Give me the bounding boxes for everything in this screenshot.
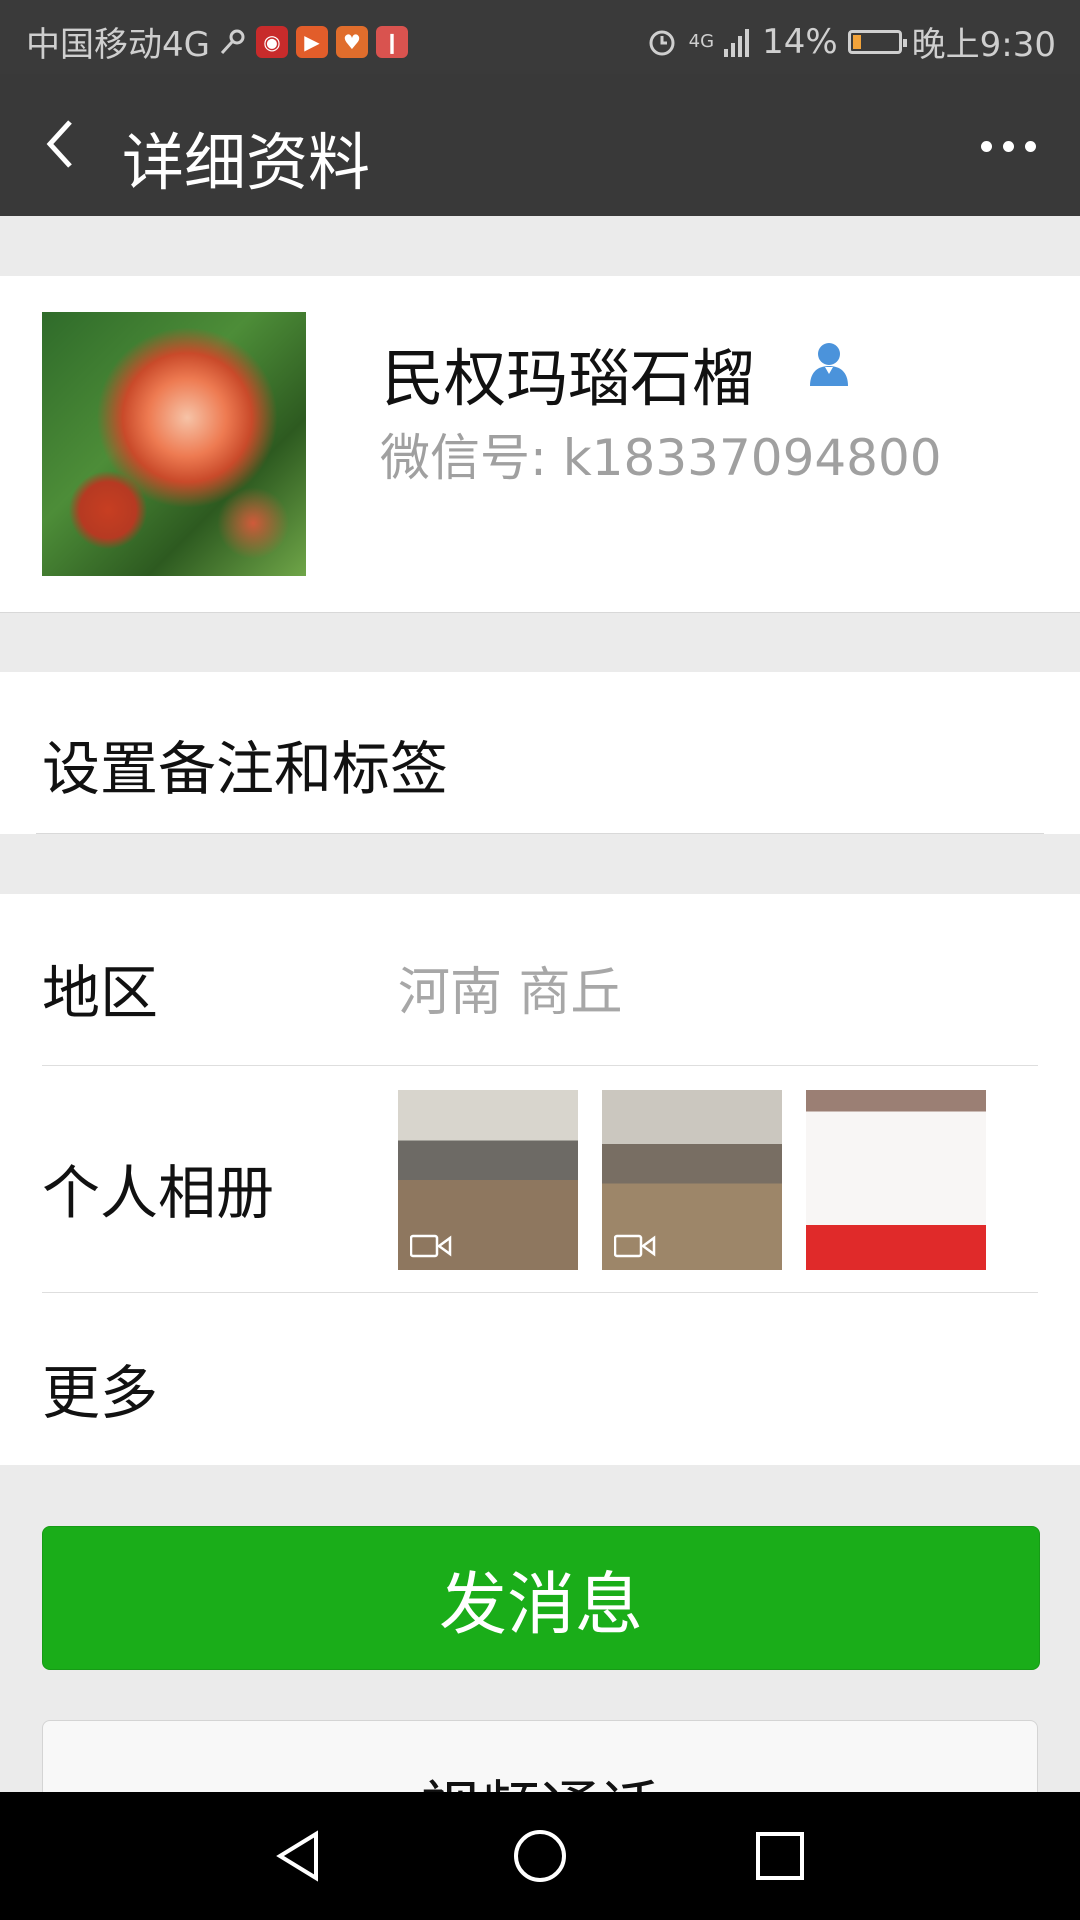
back-arrow-icon[interactable] [40, 116, 100, 176]
avatar[interactable] [42, 312, 306, 576]
video-camera-icon [410, 1234, 452, 1258]
album-label[interactable]: 个人相册 [42, 1146, 274, 1230]
profile-name: 民权玛瑙石榴 [382, 342, 755, 415]
video-notification-icon: ▶ [295, 25, 328, 58]
album-photo-1[interactable] [398, 1090, 578, 1270]
remark-tag-row[interactable]: 设置备注和标签 [0, 672, 1080, 834]
key-icon [220, 29, 245, 54]
send-message-button[interactable]: 发消息 [42, 1526, 1040, 1670]
alarm-icon [649, 30, 675, 55]
battery-percent: 14% [762, 21, 838, 62]
nav-recents-icon[interactable] [744, 1820, 816, 1892]
status-bar: 中国移动4G ◉ ▶ ♥ ❙ 4G 14% 晚上9:30 [0, 0, 1080, 74]
remark-tag-label: 设置备注和标签 [42, 735, 449, 803]
region-label: 地区 [42, 959, 159, 1027]
system-nav-bar [0, 1792, 1080, 1920]
divider [36, 833, 1044, 834]
nav-home-icon[interactable] [504, 1820, 576, 1892]
divider [42, 1292, 1038, 1293]
album-photo-3[interactable] [806, 1090, 986, 1270]
details-section: 地区 河南 商丘 个人相册 更多 [0, 894, 1080, 1465]
audio-notification-icon: ❙ [375, 25, 408, 58]
network-type: 4G [688, 31, 715, 52]
title-bar: 详细资料 [0, 74, 1080, 216]
status-right: 4G 14% 晚上9:30 [645, 17, 1056, 66]
more-label[interactable]: 更多 [42, 1346, 158, 1430]
battery-icon [847, 29, 907, 54]
nav-back-icon[interactable] [264, 1820, 336, 1892]
weibo-notification-icon: ◉ [255, 25, 288, 58]
more-dots-icon[interactable] [976, 126, 1036, 166]
clock: 晚上9:30 [911, 25, 1056, 65]
album-photo-2[interactable] [602, 1090, 782, 1270]
video-camera-icon [614, 1234, 656, 1258]
divider [42, 1065, 1038, 1066]
status-left: 中国移动4G ◉ ▶ ♥ ❙ [26, 17, 408, 66]
profile-card[interactable]: 民权玛瑙石榴 微信号: k18337094800 [0, 276, 1080, 613]
signal-icon [724, 28, 750, 57]
contact-person-icon [810, 343, 848, 386]
region-value: 河南 商丘 [398, 963, 623, 1023]
wechat-id: 微信号: k18337094800 [380, 429, 942, 487]
page-title: 详细资料 [122, 126, 371, 199]
carrier-text: 中国移动4G [26, 25, 210, 65]
health-notification-icon: ♥ [335, 25, 368, 58]
